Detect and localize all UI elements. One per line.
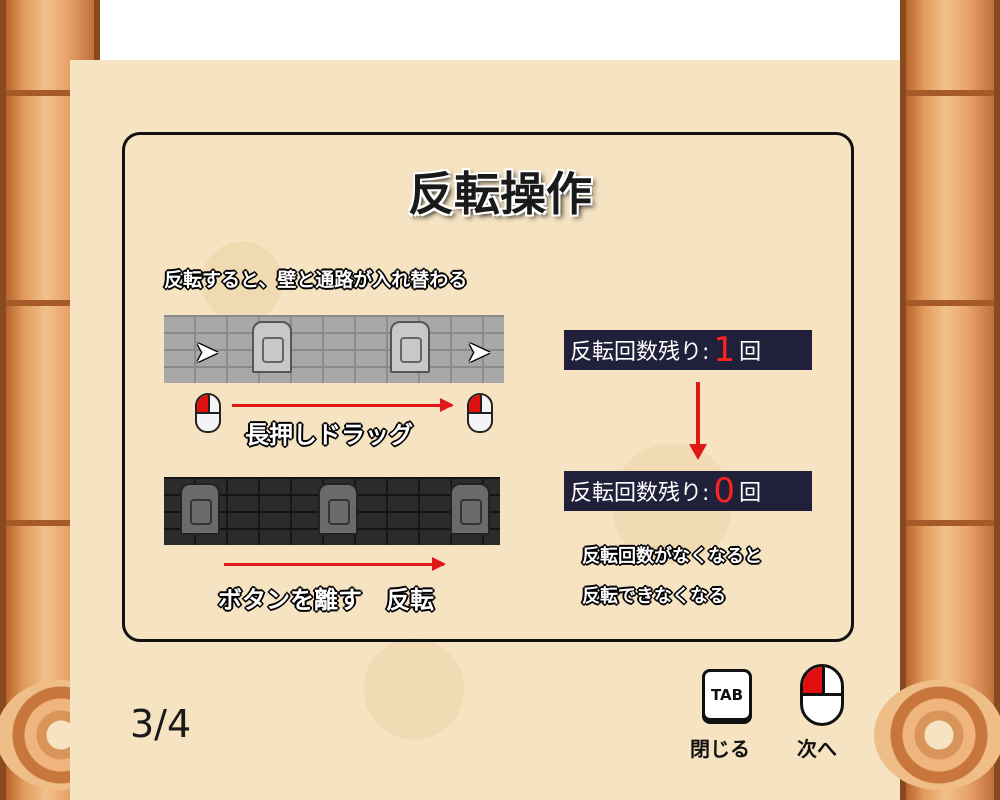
release-arrow-icon: [224, 557, 446, 571]
wall-after-flip: [164, 477, 500, 545]
drag-label: 長押しドラッグ: [245, 421, 413, 449]
release-label: ボタンを離す 反転: [218, 586, 434, 614]
flip-counter-after: 反転回数残り: 0 回: [564, 471, 812, 511]
counter-unit: 回: [739, 340, 762, 365]
mouse-left-click-icon: [467, 393, 493, 433]
tombstone-icon: [252, 321, 292, 373]
cursor-icon: ➤: [194, 335, 220, 370]
close-label: 閉じる: [690, 737, 750, 761]
next-mouse-button[interactable]: [800, 664, 844, 726]
tombstone-icon: [390, 321, 430, 373]
note-line-1: 反転回数がなくなると: [582, 546, 762, 567]
down-arrow-icon: [689, 382, 707, 460]
cursor-icon: ➤: [466, 335, 492, 370]
page-indicator: 3/4: [130, 702, 192, 746]
next-label: 次へ: [797, 737, 837, 761]
counter-value: 0: [713, 471, 736, 511]
tombstone-icon: [180, 483, 220, 535]
counter-label: 反転回数残り:: [570, 340, 710, 365]
mouse-left-click-icon: [195, 393, 221, 433]
drag-arrow-icon: [232, 398, 454, 412]
tombstone-icon: [318, 483, 358, 535]
counter-label: 反転回数残り:: [570, 481, 710, 506]
description-text: 反転すると、壁と通路が入れ替わる: [164, 269, 468, 291]
scroll-roll-right: [874, 0, 1000, 800]
counter-unit: 回: [739, 481, 762, 506]
scroll-curl-right: [874, 680, 1000, 790]
wall-before-flip: ➤ ➤: [164, 315, 504, 383]
tombstone-icon: [450, 483, 490, 535]
page-title: 反転操作: [408, 167, 592, 221]
counter-value: 1: [713, 330, 736, 370]
note-line-2: 反転できなくなる: [582, 586, 726, 607]
flip-counter-before: 反転回数残り: 1 回: [564, 330, 812, 370]
tab-key-close-button[interactable]: TAB: [702, 669, 752, 721]
